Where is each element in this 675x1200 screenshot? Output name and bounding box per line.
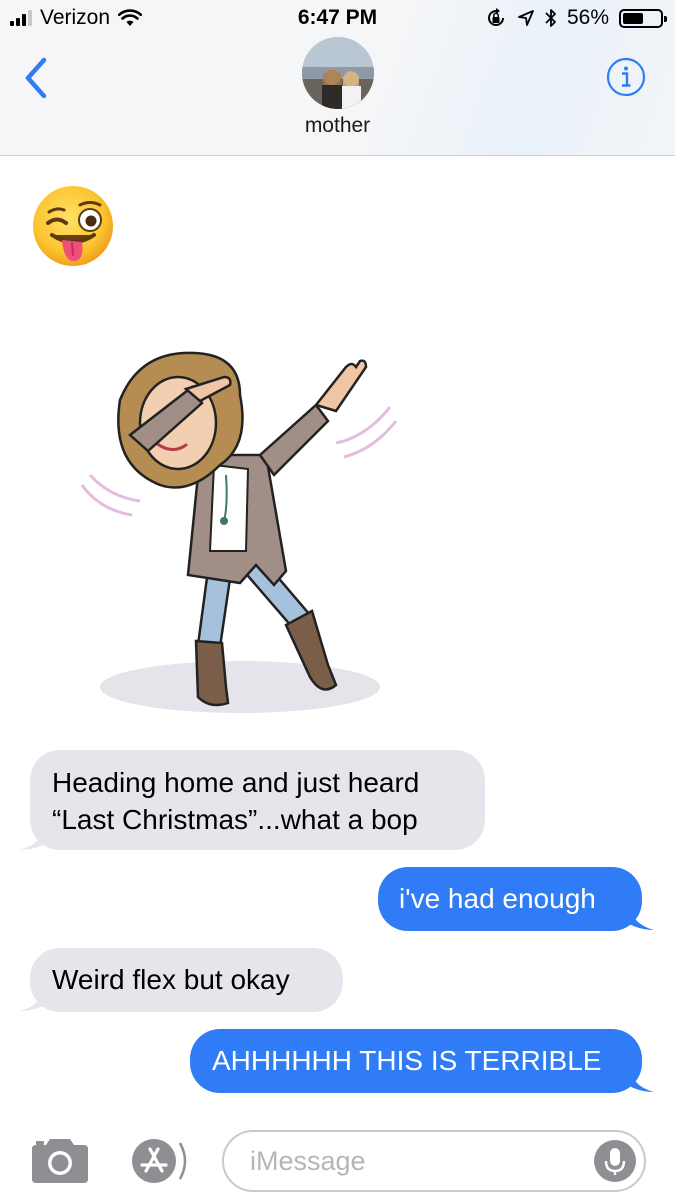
received-message-bubble[interactable]: Weird flex but okay xyxy=(30,948,343,1012)
battery-icon xyxy=(619,8,667,28)
winking-face-with-tongue-emoji xyxy=(33,186,113,266)
emoji-message[interactable] xyxy=(30,183,116,269)
bluetooth-icon xyxy=(545,9,556,27)
avatar-photo xyxy=(302,37,374,109)
received-message-bubble[interactable]: Heading home and just heard “Last Christ… xyxy=(30,750,485,850)
sent-message-bubble[interactable]: AHHHHHH THIS IS TERRIBLE xyxy=(190,1029,642,1093)
bitmoji-dab-illustration xyxy=(80,351,398,713)
camera-button[interactable] xyxy=(28,1135,92,1187)
message-text-line: Heading home and just heard xyxy=(52,767,420,798)
back-button[interactable] xyxy=(14,52,58,104)
message-text: Weird flex but okay xyxy=(52,964,290,995)
message-text: i've had enough xyxy=(399,883,596,914)
microphone-button[interactable] xyxy=(594,1140,636,1182)
info-button[interactable] xyxy=(606,57,646,97)
bubble-tail xyxy=(626,906,654,930)
bitmoji-sticker[interactable] xyxy=(60,325,420,735)
contact-name[interactable]: mother xyxy=(0,114,675,138)
message-input[interactable]: iMessage xyxy=(222,1130,646,1192)
location-icon xyxy=(518,10,534,26)
sent-message-bubble[interactable]: i've had enough xyxy=(378,867,642,931)
orientation-lock-icon xyxy=(487,8,504,26)
info-icon xyxy=(606,57,646,97)
battery-percent: 56% xyxy=(566,6,609,29)
input-placeholder: iMessage xyxy=(250,1146,366,1176)
bubble-tail xyxy=(20,987,48,1011)
bubble-tail xyxy=(626,1068,654,1092)
bubble-tail xyxy=(20,826,48,850)
message-text-line: “Last Christmas”...what a bop xyxy=(52,804,418,835)
status-bar: Verizon 6:47 PM 56% xyxy=(0,0,675,36)
microphone-icon xyxy=(604,1148,626,1175)
camera-icon xyxy=(32,1139,88,1183)
apps-button[interactable] xyxy=(124,1135,190,1187)
contact-avatar[interactable] xyxy=(302,37,374,109)
app-store-icon xyxy=(132,1139,187,1183)
message-text: AHHHHHH THIS IS TERRIBLE xyxy=(212,1045,602,1076)
chevron-left-icon xyxy=(25,57,47,99)
